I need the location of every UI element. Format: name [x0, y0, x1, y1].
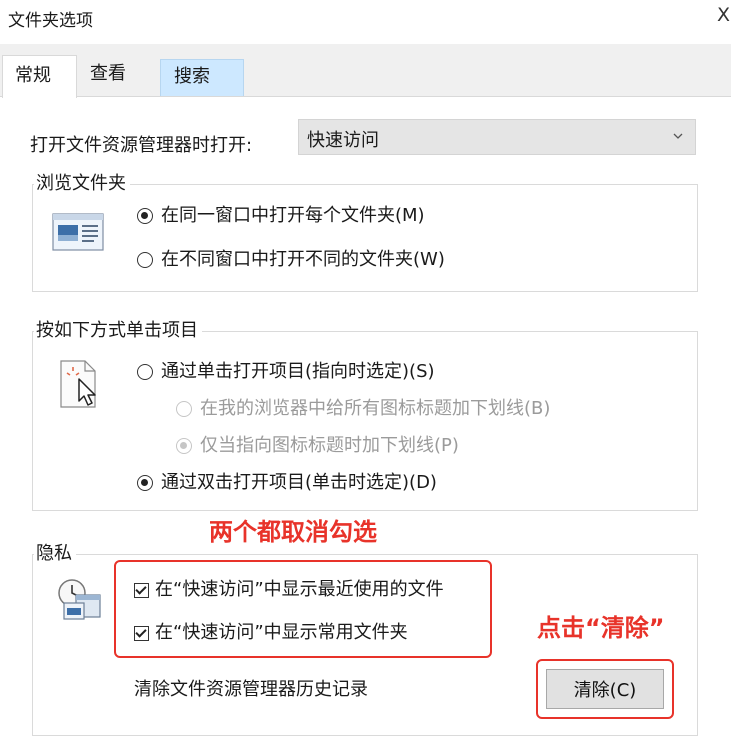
open-explorer-label: 打开文件资源管理器时打开: — [30, 135, 253, 156]
clear-history-label: 清除文件资源管理器历史记录 — [134, 679, 368, 700]
radio-double-click[interactable]: 通过双击打开项目(单击时选定)(D) — [137, 472, 437, 494]
radio-same-window-label: 在同一窗口中打开每个文件夹(M) — [161, 205, 425, 226]
click-items-title: 按如下方式单击项目 — [34, 320, 202, 342]
annotation-uncheck-both: 两个都取消勾选 — [209, 518, 377, 546]
chevron-down-icon — [673, 133, 683, 139]
checkbox-frequent-folders-label: 在“快速访问”中显示常用文件夹 — [155, 622, 408, 643]
radio-single-click-circle[interactable] — [137, 364, 153, 380]
radio-underline-hover-label: 仅当指向图标标题时加下划线(P) — [200, 435, 459, 456]
tab-search[interactable]: 搜索 — [160, 59, 244, 96]
checkbox-recent-files-box[interactable] — [134, 582, 149, 598]
checkbox-recent-files[interactable]: 在“快速访问”中显示最近使用的文件 — [134, 579, 444, 601]
radio-underline-hover[interactable]: 仅当指向图标标题时加下划线(P) — [176, 435, 459, 457]
tab-search-label: 搜索 — [174, 66, 210, 87]
title-bar: 文件夹选项 X — [0, 0, 731, 44]
tab-view-label: 查看 — [90, 63, 126, 84]
close-icon[interactable]: X — [717, 4, 730, 26]
radio-underline-always-circle[interactable] — [176, 401, 192, 417]
clock-history-icon — [58, 579, 101, 620]
radio-underline-hover-circle[interactable] — [176, 438, 192, 454]
checkbox-frequent-folders-box[interactable] — [134, 625, 149, 641]
radio-underline-always-label: 在我的浏览器中给所有图标标题加下划线(B) — [200, 398, 551, 419]
browse-folders-title: 浏览文件夹 — [34, 173, 130, 195]
pointer-click-icon — [60, 360, 96, 408]
checkbox-recent-files-label: 在“快速访问”中显示最近使用的文件 — [155, 579, 444, 600]
tab-general[interactable]: 常规 — [2, 55, 77, 98]
radio-single-click-label: 通过单击打开项目(指向时选定)(S) — [161, 361, 435, 382]
tab-view[interactable]: 查看 — [84, 63, 132, 93]
radio-new-window-circle[interactable] — [137, 252, 153, 268]
radio-same-window[interactable]: 在同一窗口中打开每个文件夹(M) — [137, 205, 425, 227]
tab-general-label: 常规 — [15, 65, 51, 86]
radio-double-click-circle[interactable] — [137, 475, 153, 491]
window-icon — [52, 213, 104, 251]
browse-folders-group — [32, 184, 698, 292]
window-title: 文件夹选项 — [8, 11, 93, 31]
clear-button[interactable]: 清除(C) — [546, 669, 664, 709]
radio-same-window-circle[interactable] — [137, 208, 153, 224]
radio-double-click-label: 通过双击打开项目(单击时选定)(D) — [161, 472, 437, 493]
open-explorer-value: 快速访问 — [307, 130, 379, 151]
radio-new-window-label: 在不同窗口中打开不同的文件夹(W) — [161, 249, 445, 270]
radio-new-window[interactable]: 在不同窗口中打开不同的文件夹(W) — [137, 249, 445, 271]
open-explorer-dropdown[interactable]: 快速访问 — [298, 119, 696, 155]
radio-single-click[interactable]: 通过单击打开项目(指向时选定)(S) — [137, 361, 435, 383]
privacy-title: 隐私 — [34, 543, 76, 565]
checkbox-frequent-folders[interactable]: 在“快速访问”中显示常用文件夹 — [134, 622, 408, 644]
annotation-click-clear: 点击“清除” — [537, 614, 665, 642]
radio-underline-always[interactable]: 在我的浏览器中给所有图标标题加下划线(B) — [176, 398, 550, 420]
